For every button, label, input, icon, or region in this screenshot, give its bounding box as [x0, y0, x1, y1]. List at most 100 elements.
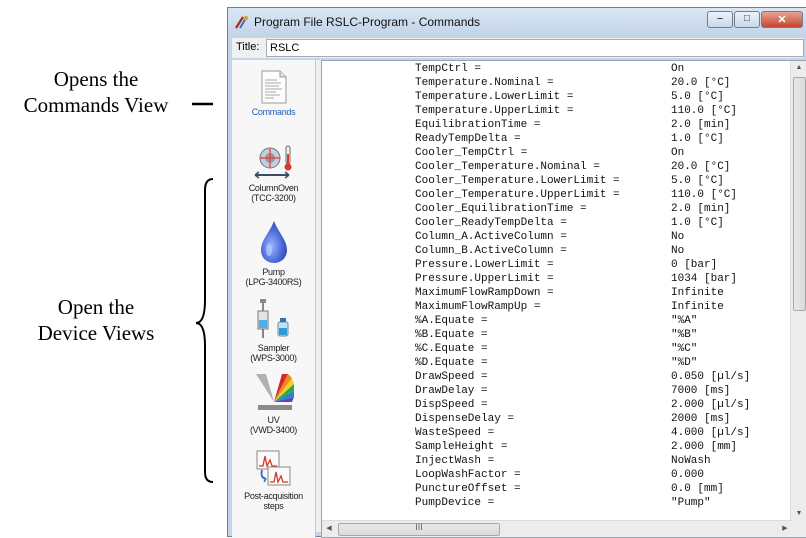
command-key: PumpDevice =	[415, 497, 495, 509]
annotation-commands-view: Opens the Commands View	[2, 66, 190, 118]
command-key: TempCtrl =	[415, 63, 482, 75]
program-window: Program File RSLC-Program - Commands – □…	[227, 7, 806, 538]
annotation-device-line1: Open the	[57, 295, 135, 319]
command-key: Temperature.Nominal =	[415, 77, 554, 89]
scroll-down-icon[interactable]: ▼	[791, 507, 806, 521]
sidebar-label-sampler-model: (WPS-3000)	[250, 353, 297, 363]
sidebar-item-commands[interactable]: Commands	[232, 70, 315, 117]
command-value: 2.0 [min]	[671, 119, 731, 131]
command-value: 4.000 [µl/s]	[671, 427, 751, 439]
command-key: Pressure.LowerLimit =	[415, 259, 554, 271]
scroll-up-icon[interactable]: ▲	[791, 61, 806, 75]
post-acquisition-icon	[256, 450, 290, 486]
command-value: "Pump"	[671, 497, 711, 509]
command-value: 7000 [ms]	[671, 385, 731, 397]
commands-icon	[261, 70, 286, 104]
command-value: 1034 [bar]	[671, 273, 738, 285]
command-value: 20.0 [°C]	[671, 161, 731, 173]
command-key: Cooler_TempCtrl =	[415, 147, 528, 159]
annotation-device-line2: Device Views	[37, 321, 155, 345]
annotation-commands-line2: Commands View	[23, 93, 169, 117]
command-value: 2000 [ms]	[671, 413, 731, 425]
command-value: 5.0 [°C]	[671, 175, 724, 187]
title-input[interactable]	[266, 39, 804, 57]
command-value: 0.000	[671, 469, 705, 481]
command-value: 0.0 [mm]	[671, 483, 724, 495]
command-key: %A.Equate =	[415, 315, 488, 327]
scroll-right-icon[interactable]: ▶	[778, 521, 792, 537]
sidebar-label-sampler-name: Sampler	[257, 343, 290, 353]
horizontal-scrollbar[interactable]: ◀ III ▶	[322, 520, 792, 537]
command-key: Pressure.UpperLimit =	[415, 273, 554, 285]
command-key: ReadyTempDelta =	[415, 133, 521, 145]
scrollbar-corner	[791, 521, 806, 537]
title-label: Title:	[236, 41, 260, 53]
scroll-left-icon[interactable]: ◀	[322, 521, 336, 537]
minimize-button[interactable]: –	[707, 11, 733, 28]
sidebar-item-uv[interactable]: UV (VWD-3400)	[232, 372, 315, 435]
maximize-button[interactable]: □	[734, 11, 760, 28]
client-area: Commands ColumnOven (TCC-3200) Pump (LPG…	[232, 60, 806, 538]
command-value: "%B"	[671, 329, 698, 341]
window-title: Program File RSLC-Program - Commands	[254, 15, 481, 29]
command-value: 110.0 [°C]	[671, 189, 738, 201]
command-value: 2.000 [µl/s]	[671, 399, 751, 411]
window-controls: – □ ✕	[706, 11, 803, 29]
command-value: On	[671, 147, 685, 159]
sidebar-label-column-oven-name: ColumnOven	[248, 183, 299, 193]
command-value: 1.0 [°C]	[671, 217, 724, 229]
command-key: EquilibrationTime =	[415, 119, 541, 131]
sidebar-label-uv-name: UV	[267, 415, 280, 425]
command-value: 110.0 [°C]	[671, 105, 738, 117]
sampler-icon	[257, 299, 288, 338]
command-value: No	[671, 231, 685, 243]
command-value: Infinite	[671, 287, 724, 299]
pump-icon	[260, 221, 287, 263]
close-icon: ✕	[777, 14, 787, 26]
sidebar-label-commands: Commands	[251, 107, 296, 117]
command-key: Column_B.ActiveColumn =	[415, 245, 567, 257]
horizontal-scroll-thumb[interactable]: III	[338, 522, 500, 536]
sidebar-item-pump[interactable]: Pump (LPG-3400RS)	[232, 220, 315, 287]
command-key: Cooler_EquilibrationTime =	[415, 203, 587, 215]
sidebar-label-post-acquisition-line2: steps	[263, 501, 284, 511]
uv-detector-icon	[255, 374, 294, 410]
horizontal-scroll-grip: III	[415, 522, 423, 532]
sidebar-item-sampler[interactable]: Sampler (WPS-3000)	[232, 298, 315, 363]
command-key: SampleHeight =	[415, 441, 508, 453]
command-key: InjectWash =	[415, 455, 495, 467]
sidebar-item-post-acquisition[interactable]: Post-acquisition steps	[232, 448, 315, 511]
command-key: WasteSpeed =	[415, 427, 495, 439]
window-titlebar[interactable]: Program File RSLC-Program - Commands – □…	[228, 8, 806, 36]
command-value: 0 [bar]	[671, 259, 718, 271]
command-value: "%D"	[671, 357, 698, 369]
vertical-scrollbar[interactable]: ▲ ▼	[790, 61, 806, 521]
command-value: Infinite	[671, 301, 724, 313]
annotation-device-views: Open the Device Views	[2, 294, 190, 346]
command-value: "%C"	[671, 343, 698, 355]
command-key: Cooler_Temperature.LowerLimit =	[415, 175, 620, 187]
column-oven-icon	[254, 145, 291, 179]
command-key: LoopWashFactor =	[415, 469, 521, 481]
command-key: Temperature.UpperLimit =	[415, 105, 574, 117]
command-value: 20.0 [°C]	[671, 77, 731, 89]
title-row: Title:	[232, 38, 804, 58]
view-sidebar: Commands ColumnOven (TCC-3200) Pump (LPG…	[232, 60, 316, 538]
command-key: DispSpeed =	[415, 399, 488, 411]
command-value: No	[671, 245, 685, 257]
close-button[interactable]: ✕	[761, 11, 803, 28]
vertical-scroll-thumb[interactable]	[793, 77, 806, 311]
maximize-icon: □	[743, 13, 751, 24]
sidebar-item-column-oven[interactable]: ColumnOven (TCC-3200)	[232, 142, 315, 203]
command-key: Cooler_Temperature.UpperLimit =	[415, 189, 620, 201]
command-key: MaximumFlowRampDown =	[415, 287, 554, 299]
commands-list[interactable]: TempCtrl = On Temperature.Nominal = 20.0 [°…	[321, 60, 806, 538]
sidebar-label-uv-model: (VWD-3400)	[249, 425, 297, 435]
command-key: %D.Equate =	[415, 357, 488, 369]
sidebar-label-pump-model: (LPG-3400RS)	[245, 277, 302, 287]
command-key: Temperature.LowerLimit =	[415, 91, 574, 103]
command-key: DispenseDelay =	[415, 413, 515, 425]
command-key: Column_A.ActiveColumn =	[415, 231, 567, 243]
command-key: MaximumFlowRampUp =	[415, 301, 541, 313]
command-key: Cooler_ReadyTempDelta =	[415, 217, 567, 229]
